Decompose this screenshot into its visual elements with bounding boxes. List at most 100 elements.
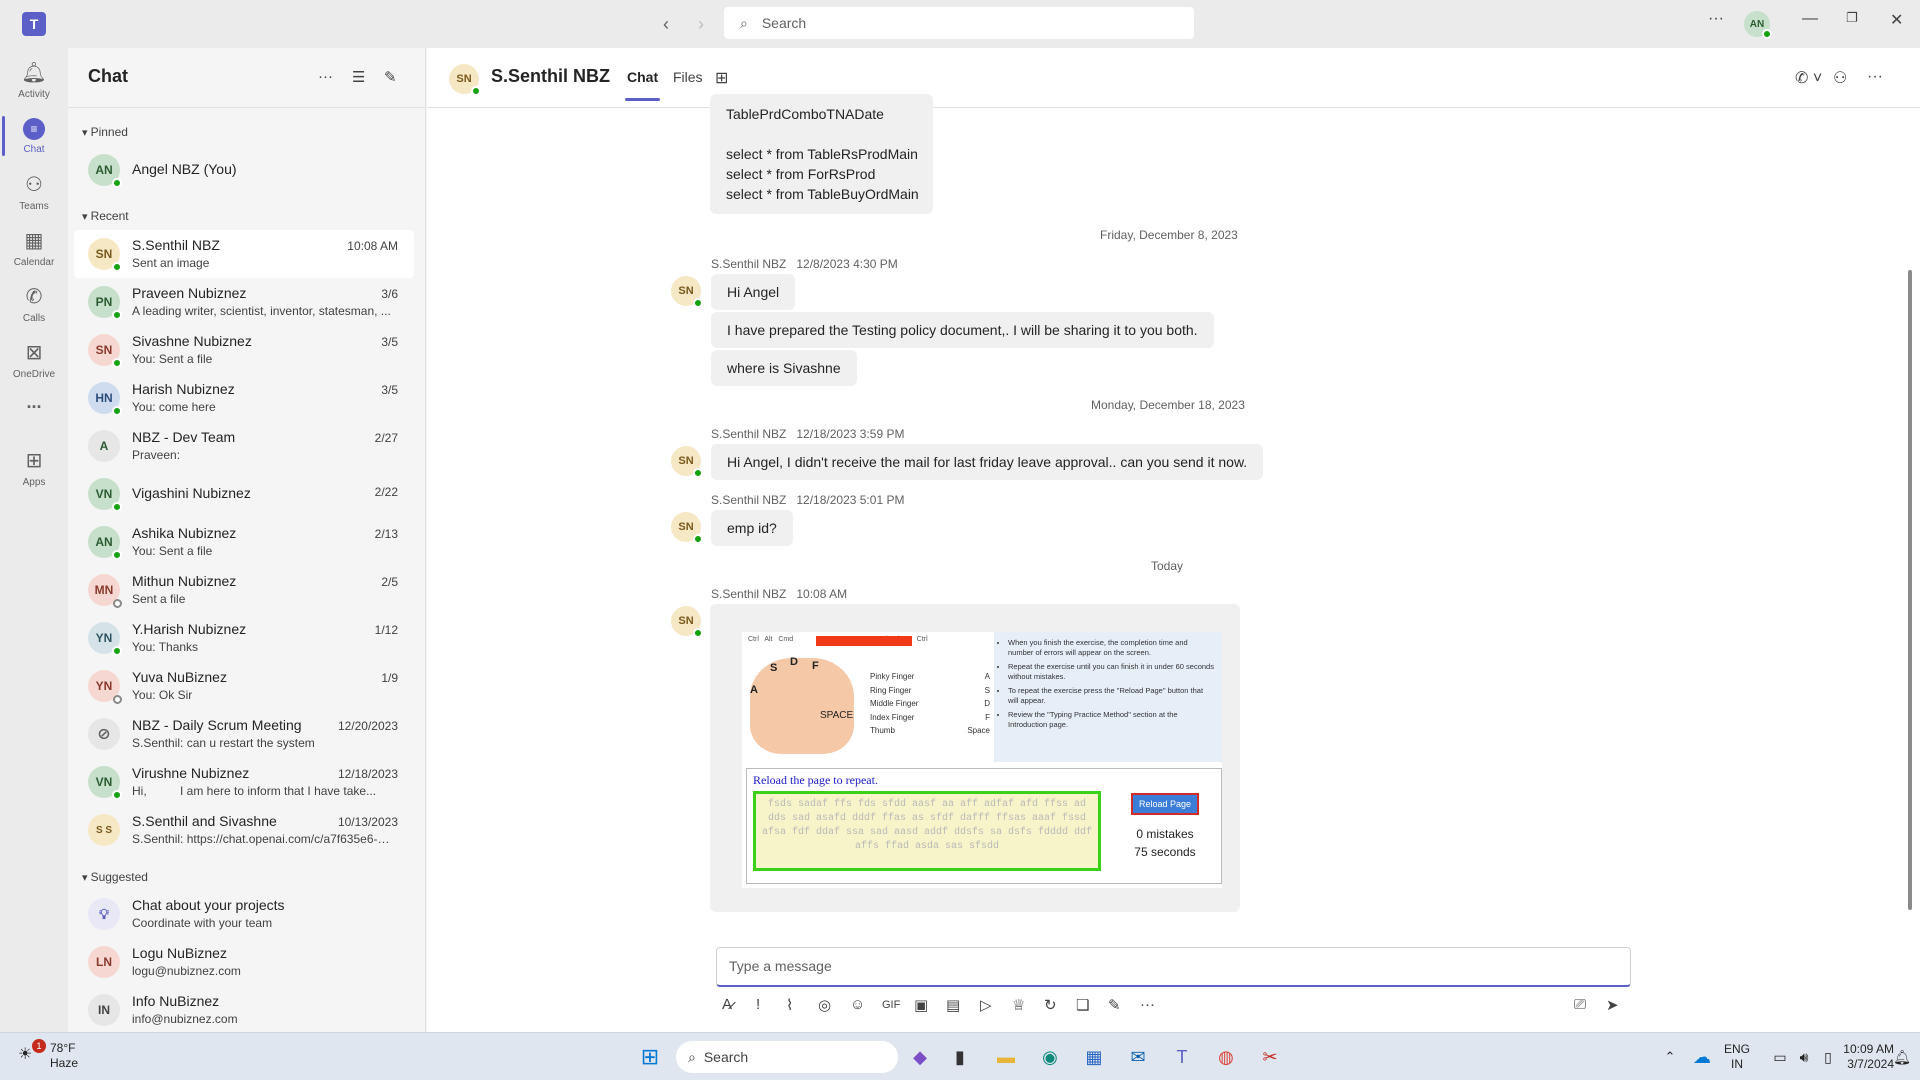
show-hidden-icons[interactable]: ⌃ (1656, 1043, 1684, 1071)
rail-item-calendar[interactable]: ▦ Calendar (0, 220, 68, 276)
mistakes-count: 0 mistakes (1136, 827, 1194, 841)
praise-icon[interactable]: ♕ (1012, 996, 1025, 1014)
minimize-icon[interactable]: — (1802, 10, 1818, 28)
search-input[interactable]: ⌕ Search (724, 7, 1194, 39)
finger-list: Pinky Finger Ring Finger Middle Finger I… (870, 672, 919, 735)
forward-arrow-icon[interactable]: › (698, 14, 704, 35)
restore-icon[interactable]: ❐ (1846, 10, 1858, 26)
suggested-section-label[interactable]: Suggested (82, 870, 148, 884)
instructions-box: When you finish the exercise, the comple… (994, 632, 1222, 762)
chat-item-ashika[interactable]: AN Ashika Nubiznez 2/13 You: Sent a file (74, 518, 414, 566)
language-indicator[interactable]: ENG IN (1724, 1042, 1750, 1072)
rail-item-apps[interactable]: ⊞ Apps (0, 440, 68, 496)
chat-item-projects[interactable]: 💡︎ Chat about your projects Coordinate w… (74, 890, 414, 938)
stream-icon[interactable]: ▷ (980, 996, 992, 1014)
tab-chat[interactable]: Chat (624, 69, 661, 101)
chat-item-senthil-sivashne[interactable]: S S S.Senthil and Sivashne 10/13/2023 S.… (74, 806, 414, 854)
weather-sun-icon: ☀ (18, 1046, 33, 1063)
loop-icon[interactable]: ◎ (818, 996, 831, 1014)
filter-icon[interactable]: ☰ (352, 68, 365, 86)
more-options-icon[interactable]: ··· (1708, 10, 1724, 28)
file-explorer-icon[interactable]: ▬ (992, 1043, 1020, 1071)
clock[interactable]: 10:09 AM 3/7/2024 (1818, 1042, 1894, 1072)
send-icon[interactable]: ➤ (1606, 996, 1619, 1014)
meeting-muted-icon: ⊘ (88, 718, 120, 750)
chat-item-virushne[interactable]: VN Virushne Nubiznez 12/18/2023 Hi, I am… (74, 758, 414, 806)
teams-taskbar-icon[interactable]: T (1168, 1043, 1196, 1071)
message-bubble: I have prepared the Testing policy docum… (711, 312, 1214, 348)
sticker-icon[interactable]: ▣ (914, 996, 928, 1014)
copy-icon[interactable]: ❏ (1076, 996, 1089, 1014)
taskbar-search[interactable]: ⌕ Search (676, 1041, 898, 1073)
chat-item-yuva[interactable]: YN Yuva NuBiznez 1/9 You: Ok Sir (74, 662, 414, 710)
chat-item-angel[interactable]: AN Angel NBZ (You) (74, 146, 414, 194)
rail-item-onedrive[interactable]: ⊠ OneDrive (0, 332, 68, 388)
chat-item-dev-team[interactable]: A NBZ - Dev Team 2/27 Praveen: (74, 422, 414, 470)
gif-icon[interactable]: GIF (882, 999, 900, 1011)
recent-section-label[interactable]: Recent (82, 209, 129, 223)
notification-bell-icon[interactable]: 🔔︎ (1888, 1043, 1916, 1071)
add-tab-icon[interactable]: ⊞ (715, 68, 728, 88)
windows-start-icon[interactable]: ⊞ (636, 1043, 664, 1071)
snipping-tool-icon[interactable]: ✂ (1256, 1043, 1284, 1071)
attach-icon[interactable]: ⌇ (786, 996, 793, 1014)
chrome-icon[interactable]: ◍ (1212, 1043, 1240, 1071)
pinned-section-label[interactable]: Pinned (82, 125, 128, 139)
user-avatar[interactable]: AN (1744, 11, 1772, 39)
onedrive-tray-icon[interactable]: ☁ (1688, 1043, 1716, 1071)
schedule-meeting-icon[interactable]: ▤ (946, 996, 960, 1014)
refresh-icon[interactable]: ↻ (1044, 996, 1057, 1014)
store-icon[interactable]: ▦ (1080, 1043, 1108, 1071)
more-actions-icon[interactable]: ··· (1140, 996, 1155, 1013)
avatar: AN (88, 154, 122, 188)
more-options-icon[interactable]: ··· (1867, 68, 1883, 86)
rail-item-calls[interactable]: ✆ Calls (0, 276, 68, 332)
emoji-icon[interactable]: ☺ (850, 996, 865, 1013)
video-clip-icon[interactable]: ⎚ (1574, 996, 1586, 1013)
chat-item-sivashne[interactable]: SN Sivashne Nubiznez 3/5 You: Sent a fil… (74, 326, 414, 374)
back-arrow-icon[interactable]: ‹ (663, 14, 669, 35)
chat-item-daily-scrum[interactable]: ⊘ NBZ - Daily Scrum Meeting 12/20/2023 S… (74, 710, 414, 758)
chat-item-y-harish[interactable]: YN Y.Harish Nubiznez 1/12 You: Thanks (74, 614, 414, 662)
keyboard-spacebar (816, 636, 912, 646)
chat-item-mithun[interactable]: MN Mithun Nubiznez 2/5 Sent a file (74, 566, 414, 614)
chat-list-panel: Chat ··· ☰ ✎ Pinned AN Angel NBZ (You) R… (68, 48, 426, 1032)
message-compose-input[interactable]: Type a message (716, 947, 1631, 987)
date-divider: Today (1151, 559, 1184, 573)
chat-item-vigashini[interactable]: VN Vigashini Nubiznez 2/22 (74, 470, 414, 518)
rail-item-activity[interactable]: 🔔︎ Activity (0, 52, 68, 108)
outlook-icon[interactable]: ✉ (1124, 1043, 1152, 1071)
edge-icon[interactable]: ◉ (1036, 1043, 1064, 1071)
more-options-icon[interactable]: ··· (318, 68, 333, 85)
seconds-count: 75 seconds (1134, 845, 1196, 859)
new-chat-icon[interactable]: ✎ (384, 68, 397, 86)
format-icon[interactable]: A̷ (722, 996, 732, 1013)
scrollbar[interactable] (1908, 270, 1912, 910)
avatar: YN (88, 622, 122, 656)
priority-icon[interactable]: ! (756, 996, 760, 1013)
close-icon[interactable]: ✕ (1890, 10, 1903, 30)
notes-icon[interactable]: ✎ (1108, 996, 1121, 1014)
call-icon[interactable]: ✆ ˅ (1795, 68, 1822, 88)
tab-files[interactable]: Files (673, 69, 703, 85)
task-view-icon[interactable]: ▮ (946, 1043, 974, 1071)
image-message[interactable]: Ctrl Alt Cmd Cmd Alt Gr Ctrl S D F A SPA… (710, 604, 1240, 912)
copilot-icon[interactable]: ◆ (906, 1043, 934, 1071)
avatar: SN (88, 334, 122, 368)
rail-item-teams[interactable]: ⚇ Teams (0, 164, 68, 220)
chat-item-info[interactable]: IN Info NuBiznez info@nubiznez.com (74, 986, 414, 1032)
contact-avatar[interactable]: SN (449, 64, 481, 96)
avatar: HN (88, 382, 122, 416)
chat-item-logu[interactable]: LN Logu NuBiznez logu@nubiznez.com (74, 938, 414, 986)
sender-avatar: SN (671, 276, 703, 308)
message-meta: S.Senthil NBZ 12/18/2023 3:59 PM (711, 427, 905, 441)
chat-item-praveen[interactable]: PN Praveen Nubiznez 3/6 A leading writer… (74, 278, 414, 326)
add-people-icon[interactable]: ⚇ (1833, 68, 1847, 88)
chat-item-harish[interactable]: HN Harish Nubiznez 3/5 You: come here (74, 374, 414, 422)
chat-item-senthil[interactable]: SN S.Senthil NBZ 10:08 AM Sent an image (74, 230, 414, 278)
avatar: YN (88, 670, 122, 704)
rail-item-more[interactable]: ... (0, 382, 68, 422)
typing-practice-image[interactable]: Ctrl Alt Cmd Cmd Alt Gr Ctrl S D F A SPA… (742, 632, 1222, 888)
rail-item-chat[interactable]: ≡ Chat (0, 108, 68, 164)
avatar: VN (88, 766, 122, 800)
